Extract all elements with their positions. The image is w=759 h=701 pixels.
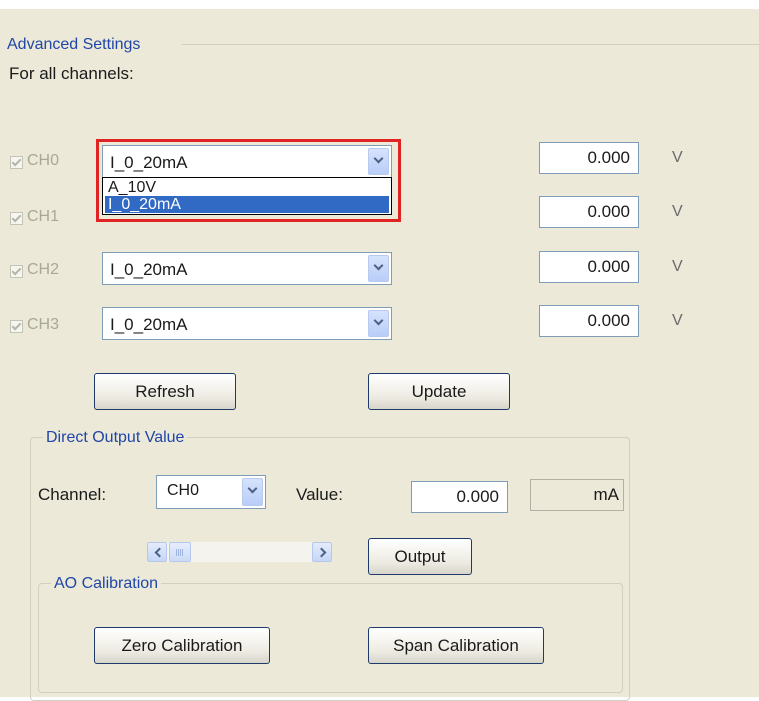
ao-calibration-title: AO Calibration [51,575,162,593]
direct-output-title: Direct Output Value [43,429,188,447]
ch1-label: CH1 [27,208,60,225]
output-value-scrollbar[interactable] [147,542,332,562]
output-button[interactable]: Output [368,538,472,575]
output-unit-field: mA [530,479,624,511]
ch2-value-field[interactable]: 0.000 [539,251,639,283]
channel-select[interactable]: CH0 [156,475,266,509]
value-label: Value: [296,485,343,504]
ch2-label: CH2 [27,261,60,278]
ch0-checkbox[interactable] [10,156,23,169]
ch2-mode-select[interactable]: I_0_20mA [102,252,392,285]
ch0-unit-label: V [672,149,683,166]
ch3-mode-value: I_0_20mA [110,315,188,334]
ch3-unit-label: V [672,312,683,329]
scroll-left-arrow-icon[interactable] [147,542,167,562]
highlight-box [96,139,401,222]
chevron-down-icon[interactable] [242,478,263,506]
update-button[interactable]: Update [368,373,510,410]
settings-panel: Advanced Settings For all channels: CH0 … [0,9,759,701]
channel-select-value: CH0 [167,482,200,499]
ch3-value-field[interactable]: 0.000 [539,305,639,337]
advanced-settings-title: Advanced Settings [4,36,144,54]
output-value-field[interactable]: 0.000 [411,481,508,513]
chevron-down-icon[interactable] [368,310,389,337]
chevron-down-icon[interactable] [368,255,389,282]
ch1-checkbox[interactable] [10,212,23,225]
ch0-label: CH0 [27,152,60,169]
ch1-value-field[interactable]: 0.000 [539,196,639,228]
zero-calibration-button[interactable]: Zero Calibration [94,627,270,664]
ch0-value-field[interactable]: 0.000 [539,142,639,174]
for-all-channels-label: For all channels: [9,64,134,83]
ch3-mode-select[interactable]: I_0_20mA [102,307,392,340]
span-calibration-button[interactable]: Span Calibration [368,627,544,664]
ch2-unit-label: V [672,258,683,275]
ch1-unit-label: V [672,203,683,220]
advanced-settings-divider [182,44,759,45]
ch3-label: CH3 [27,316,60,333]
refresh-button[interactable]: Refresh [94,373,236,410]
channel-label: Channel: [38,485,107,504]
scrollbar-thumb[interactable] [169,542,191,562]
scroll-right-arrow-icon[interactable] [312,542,332,562]
ch3-checkbox[interactable] [10,320,23,333]
ch2-mode-value: I_0_20mA [110,260,188,279]
ch2-checkbox[interactable] [10,265,23,278]
